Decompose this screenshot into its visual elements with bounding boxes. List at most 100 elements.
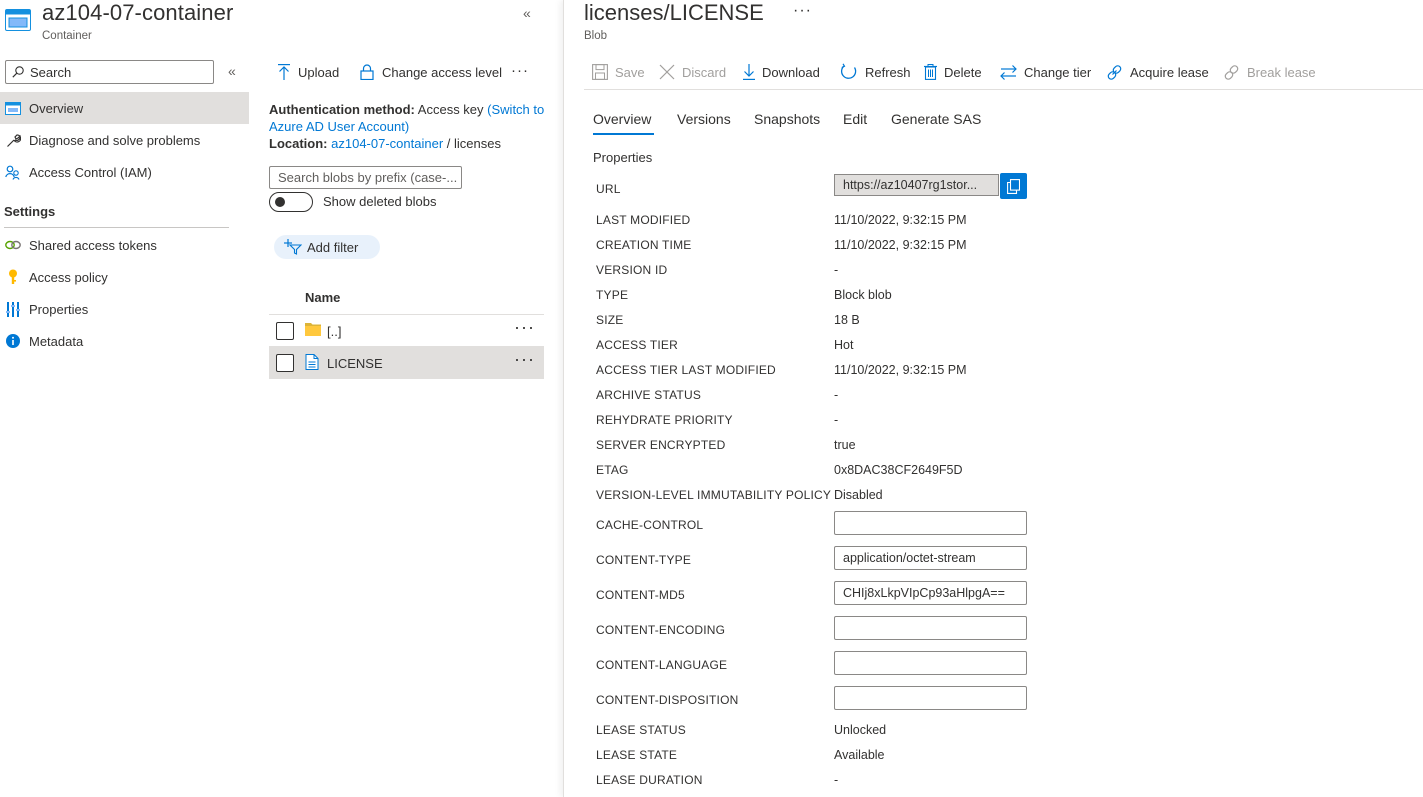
- show-deleted-toggle[interactable]: [269, 192, 313, 212]
- property-key: TYPE: [596, 288, 629, 302]
- menu-label-shared-access-tokens: Shared access tokens: [29, 237, 157, 253]
- copy-icon: [1007, 178, 1020, 194]
- add-filter-label: Add filter: [307, 239, 359, 255]
- blob-more-icon[interactable]: ···: [793, 2, 812, 20]
- property-key: ACCESS TIER: [596, 338, 678, 352]
- property-value: -: [834, 413, 839, 427]
- property-key: CACHE-CONTROL: [596, 518, 704, 532]
- discard-button[interactable]: Discard: [659, 60, 726, 84]
- blob-subtitle: Blob: [584, 30, 608, 42]
- property-key: REHYDRATE PRIORITY: [596, 413, 733, 427]
- tab-snapshots[interactable]: Snapshots: [754, 111, 820, 127]
- save-button[interactable]: Save: [592, 60, 645, 84]
- property-value: 18 B: [834, 313, 860, 327]
- file-name[interactable]: LICENSE: [327, 356, 383, 371]
- upload-button[interactable]: Upload: [278, 60, 339, 84]
- menu-item-diagnose[interactable]: Diagnose and solve problems: [0, 124, 249, 156]
- copy-url-button[interactable]: [1000, 173, 1027, 199]
- blob-title: licenses/LICENSE: [584, 0, 764, 25]
- property-key: ETAG: [596, 463, 629, 477]
- folder-icon: [305, 322, 321, 336]
- acquire-lease-button[interactable]: Acquire lease: [1106, 60, 1209, 84]
- content-md5-input[interactable]: CHIj8xLkpVIpCp93aHlpgA==: [834, 581, 1027, 605]
- switch-auth-link-continued[interactable]: Azure AD User Account): [269, 119, 409, 134]
- tab-generate-sas[interactable]: Generate SAS: [891, 111, 981, 127]
- save-label: Save: [615, 64, 645, 80]
- tab-overview[interactable]: Overview: [593, 111, 651, 127]
- menu-item-iam[interactable]: Access Control (IAM): [0, 156, 249, 188]
- content-type-input[interactable]: application/octet-stream: [834, 546, 1027, 570]
- delete-button[interactable]: Delete: [924, 60, 982, 84]
- upload-label: Upload: [298, 64, 340, 80]
- add-filter-button[interactable]: Add filter: [274, 235, 380, 259]
- property-key: LEASE STATUS: [596, 723, 686, 737]
- container-icon: [5, 9, 31, 31]
- property-value: Available: [834, 748, 885, 762]
- people-icon: [4, 164, 22, 180]
- property-key: CONTENT-LANGUAGE: [596, 658, 728, 672]
- container-overview-icon: [4, 100, 22, 116]
- property-key: CONTENT-ENCODING: [596, 623, 726, 637]
- add-filter-icon: [284, 239, 302, 255]
- switch-auth-link[interactable]: (Switch to: [487, 102, 544, 117]
- list-item[interactable]: LICENSE ···: [269, 347, 544, 379]
- location-folder: licenses: [454, 136, 501, 151]
- download-button[interactable]: Download: [743, 60, 820, 84]
- refresh-button[interactable]: Refresh: [840, 60, 911, 84]
- download-label: Download: [762, 64, 820, 80]
- close-icon: [659, 64, 675, 80]
- property-value: Hot: [834, 338, 854, 352]
- property-value: Block blob: [834, 288, 892, 302]
- collapse-menu-icon[interactable]: «: [228, 63, 236, 79]
- row-checkbox[interactable]: [276, 322, 294, 340]
- content-encoding-input[interactable]: [834, 616, 1027, 640]
- menu-section-settings: Settings: [4, 204, 56, 219]
- refresh-icon: [840, 63, 857, 79]
- break-lease-button[interactable]: Break lease: [1223, 60, 1316, 84]
- row-checkbox[interactable]: [276, 354, 294, 372]
- menu-search-input[interactable]: Search: [5, 60, 214, 84]
- tab-versions[interactable]: Versions: [677, 111, 731, 127]
- menu-item-shared-access-tokens[interactable]: Shared access tokens: [0, 229, 249, 261]
- menu-item-overview[interactable]: Overview: [0, 92, 249, 124]
- property-value: 11/10/2022, 9:32:15 PM: [834, 363, 967, 377]
- column-header-name[interactable]: Name: [305, 290, 340, 305]
- more-commands-button[interactable]: ···: [511, 58, 529, 82]
- change-access-level-button[interactable]: Change access level: [360, 60, 502, 84]
- menu-label-diagnose: Diagnose and solve problems: [29, 132, 201, 148]
- break-lease-label: Break lease: [1247, 64, 1316, 80]
- property-key: LAST MODIFIED: [596, 213, 691, 227]
- menu-item-metadata[interactable]: Metadata: [0, 325, 249, 357]
- content-disposition-input[interactable]: [834, 686, 1027, 710]
- property-key: CREATION TIME: [596, 238, 692, 252]
- container-title: az104-07-container: [42, 0, 234, 25]
- link-icon: [4, 237, 22, 253]
- menu-label-access-policy: Access policy: [29, 269, 108, 285]
- property-key: ARCHIVE STATUS: [596, 388, 702, 402]
- url-field[interactable]: https://az10407rg1stor...: [834, 174, 999, 196]
- acquire-lease-link-icon: [1107, 64, 1122, 80]
- menu-item-properties[interactable]: Properties: [0, 293, 249, 325]
- auth-method-value: Access key: [417, 102, 484, 117]
- change-tier-button[interactable]: Change tier: [1000, 60, 1091, 84]
- prefix-search-input[interactable]: Search blobs by prefix (case-...: [269, 166, 462, 189]
- property-value: 11/10/2022, 9:32:15 PM: [834, 213, 967, 227]
- cache-control-input[interactable]: [834, 511, 1027, 535]
- lock-icon: [360, 64, 374, 80]
- tab-overview-underline: [593, 133, 654, 135]
- property-value: -: [834, 263, 839, 277]
- collapse-blade-icon[interactable]: «: [523, 5, 531, 21]
- row-more-icon[interactable]: ···: [514, 349, 535, 370]
- show-deleted-label: Show deleted blobs: [323, 194, 437, 209]
- menu-item-access-policy[interactable]: Access policy: [0, 261, 249, 293]
- row-more-icon[interactable]: ···: [514, 317, 535, 338]
- file-name[interactable]: [..]: [327, 324, 341, 339]
- property-key: CONTENT-DISPOSITION: [596, 693, 739, 707]
- list-item[interactable]: [..] ···: [269, 315, 544, 347]
- location-container-link[interactable]: az104-07-container: [331, 136, 443, 151]
- upload-icon: [278, 64, 290, 80]
- property-value: -: [834, 773, 839, 787]
- tab-edit[interactable]: Edit: [843, 111, 867, 127]
- refresh-label: Refresh: [865, 64, 911, 80]
- content-language-input[interactable]: [834, 651, 1027, 675]
